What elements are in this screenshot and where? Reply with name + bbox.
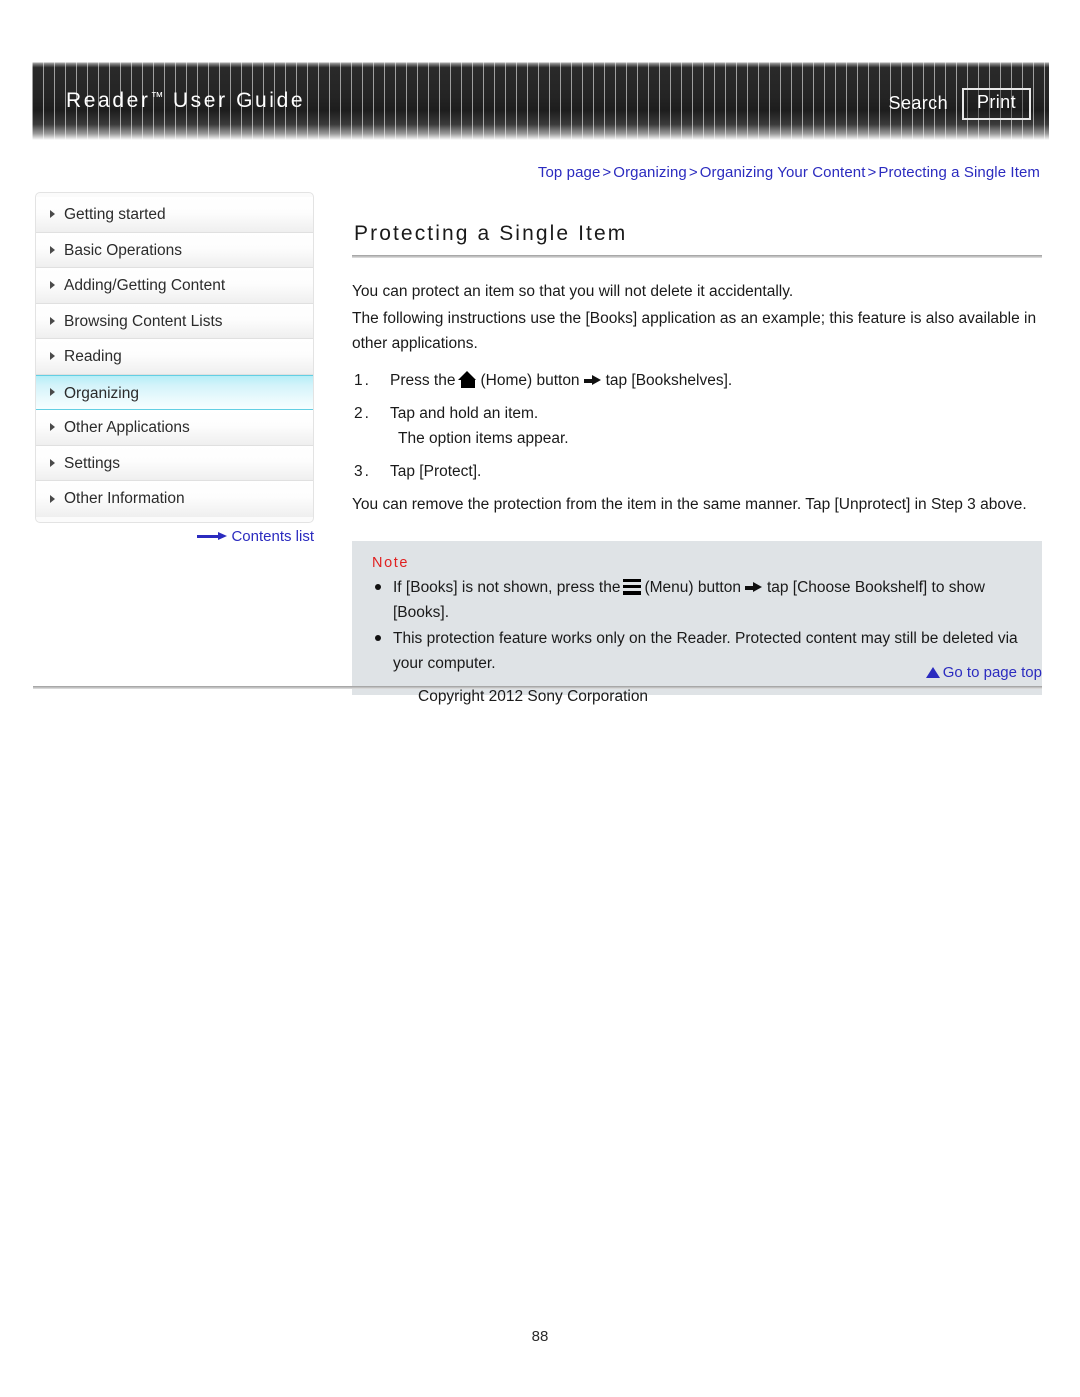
breadcrumb-item-protecting-a-single-item[interactable]: Protecting a Single Item (878, 164, 1040, 181)
sidebar-item-reading[interactable]: Reading (36, 339, 313, 375)
go-to-page-top-link[interactable]: Go to page top (943, 664, 1042, 681)
chevron-right-icon (50, 245, 55, 254)
step-number: 1. (354, 372, 371, 389)
chevron-right-icon (50, 352, 55, 361)
go-to-page-top-wrap: Go to page top (352, 664, 1042, 681)
sidebar-item-label: Getting started (64, 206, 166, 223)
sidebar-item-organizing[interactable]: Organizing (36, 374, 313, 410)
chevron-right-icon (50, 388, 55, 397)
triangle-up-icon (925, 667, 940, 678)
app-title: Reader™ User Guide (66, 89, 305, 113)
sidebar-item-basic-operations[interactable]: Basic Operations (36, 232, 313, 268)
intro-paragraph-1: You can protect an item so that you will… (352, 283, 794, 300)
chevron-right-icon (50, 281, 55, 290)
sidebar-item-label: Other Information (64, 490, 185, 507)
sidebar-item-label: Reading (64, 348, 122, 365)
arrow-right-icon (744, 582, 762, 593)
main-content: Protecting a Single Item You can protect… (352, 222, 1042, 695)
header-banner: Reader™ User Guide Search Print (32, 62, 1049, 140)
step-text-before: Press the (390, 372, 456, 389)
sidebar-item-getting-started[interactable]: Getting started (36, 197, 313, 233)
sidebar-item-adding-getting-content[interactable]: Adding/Getting Content (36, 268, 313, 304)
chevron-right-icon (50, 423, 55, 432)
breadcrumb-item-organizing-your-content[interactable]: Organizing Your Content (700, 164, 866, 181)
breadcrumb: Top page > Organizing > Organizing Your Cont… (538, 164, 1040, 181)
page-title: Protecting a Single Item (354, 222, 628, 245)
sidebar-item-label: Browsing Content Lists (64, 312, 223, 330)
chevron-right-icon (50, 494, 55, 503)
sidebar-navigation: Getting started Basic Operations Adding/… (35, 192, 314, 523)
header-actions: Search Print (889, 88, 1031, 120)
breadcrumb-item-top-page[interactable]: Top page (538, 164, 601, 181)
chevron-right-icon (50, 458, 55, 467)
intro-paragraph-2: The following instructions use the [Book… (352, 310, 1037, 352)
step-number: 3. (354, 463, 371, 480)
print-button[interactable]: Print (961, 88, 1031, 120)
sidebar-item-other-information[interactable]: Other Information (36, 481, 313, 517)
note-text-before: If [Books] is not shown, press the (393, 579, 621, 596)
step-subtext: The option items appear. (398, 430, 569, 447)
step-text-before: Tap and hold an item. (390, 405, 539, 422)
breadcrumb-separator: > (602, 164, 612, 181)
note-label: Note (372, 555, 410, 571)
chevron-right-icon (50, 210, 55, 219)
note-list: If [Books] is not shown, press the (Menu)… (372, 575, 1022, 676)
after-steps-paragraph: You can remove the protection from the i… (352, 496, 1027, 513)
sidebar-item-browsing-content-lists[interactable]: Browsing Content Lists (36, 303, 313, 339)
note-item-1: If [Books] is not shown, press the (Menu)… (372, 575, 1022, 625)
sidebar-item-label: Other Applications (64, 419, 190, 436)
arrow-right-icon (583, 375, 601, 386)
step-text-before: Tap [Protect]. (390, 463, 482, 480)
trademark-symbol: ™ (150, 89, 165, 104)
menu-icon (623, 579, 642, 595)
sidebar-item-label: Basic Operations (64, 241, 183, 259)
app-title-main: Reader (66, 89, 151, 112)
contents-list-link[interactable]: Contents list (231, 528, 314, 545)
step-item-1: 1. Press the (Home) button tap [Bookshelves… (352, 368, 1042, 393)
copyright-text: Copyright 2012 Sony Corporation (418, 688, 649, 705)
search-link[interactable]: Search (889, 93, 948, 114)
step-text-after: tap [Bookshelves]. (605, 372, 733, 389)
sidebar-item-settings[interactable]: Settings (36, 445, 313, 481)
sidebar-item-label: Settings (64, 454, 121, 472)
sidebar-item-label: Organizing (64, 384, 139, 402)
arrow-right-long-icon (197, 532, 228, 541)
step-list: 1. Press the (Home) button tap [Bookshelves… (352, 368, 1042, 484)
chevron-right-icon (50, 316, 55, 325)
sidebar-item-label: Adding/Getting Content (64, 277, 226, 294)
contents-list-link-wrap: Contents list (35, 528, 314, 545)
title-divider (352, 255, 1042, 258)
page-number: 88 (531, 1328, 549, 1345)
sidebar-item-other-applications[interactable]: Other Applications (36, 410, 313, 446)
step-text-mid: (Home) button (480, 372, 580, 389)
breadcrumb-item-organizing[interactable]: Organizing (613, 164, 687, 181)
step-item-2: 2. Tap and hold an item. The option items… (352, 401, 1042, 451)
breadcrumb-separator: > (867, 164, 877, 181)
note-text-mid: (Menu) button (644, 579, 741, 596)
breadcrumb-separator: > (688, 164, 698, 181)
step-item-3: 3. Tap [Protect]. (352, 459, 1042, 484)
step-number: 2. (354, 405, 371, 422)
app-title-rest: User Guide (164, 89, 306, 112)
home-icon (458, 371, 477, 388)
